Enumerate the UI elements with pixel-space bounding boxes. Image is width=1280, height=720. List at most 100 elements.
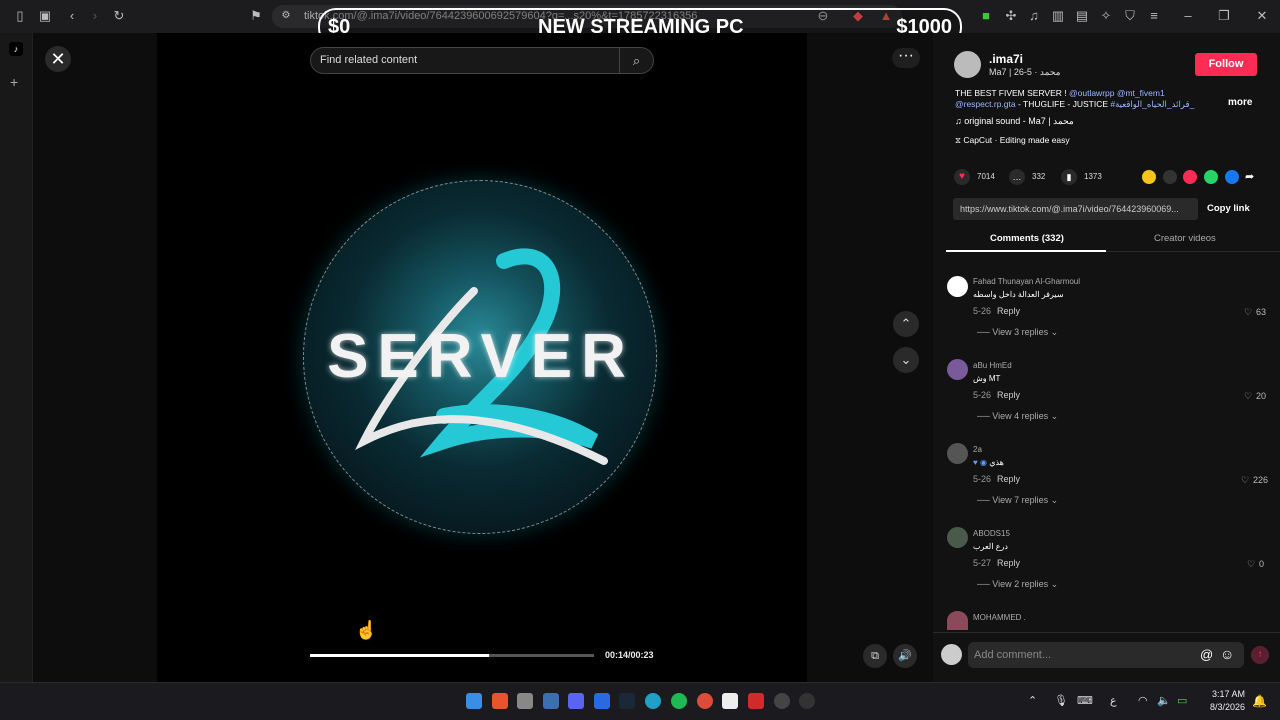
video-progress-bar[interactable] — [310, 654, 594, 657]
start-icon[interactable] — [466, 693, 482, 709]
tab-creator-videos[interactable]: Creator videos — [1154, 233, 1216, 244]
view-replies-button[interactable]: ── View 2 replies ⌄ — [977, 579, 1058, 590]
caption-hashtag[interactable]: #قرائد_الحياه_الواقعية_... — [1110, 99, 1195, 109]
brave-browser-icon[interactable] — [492, 693, 508, 709]
keyboard-icon[interactable]: ⌨ — [1077, 694, 1093, 707]
tab-groups-icon[interactable]: ▣ — [37, 8, 53, 24]
discord-icon[interactable] — [568, 693, 584, 709]
view-replies-button[interactable]: ── View 4 replies ⌄ — [977, 411, 1058, 422]
menu-icon[interactable]: ≡ — [1146, 8, 1162, 24]
close-window-icon[interactable]: ✕ — [1254, 8, 1270, 24]
follow-button[interactable]: Follow — [1195, 53, 1257, 76]
clock-time[interactable]: 3:17 AM — [1209, 689, 1245, 699]
wifi-icon[interactable]: ◠ — [1138, 694, 1148, 707]
extension-green-icon[interactable]: ■ — [978, 8, 994, 24]
comment-reply-button[interactable]: Reply — [997, 474, 1020, 484]
extensions-icon[interactable]: ✣ — [1003, 8, 1019, 24]
file-icon[interactable] — [722, 693, 738, 709]
sidebar-icon[interactable]: ▥ — [1050, 8, 1066, 24]
chrome-icon[interactable] — [697, 693, 713, 709]
settings-icon[interactable] — [774, 693, 790, 709]
bookmark-icon[interactable]: ▮ — [1061, 169, 1077, 185]
tab-comments[interactable]: Comments (332) — [990, 233, 1064, 244]
comment-author[interactable]: MOHAMMED . — [973, 613, 1026, 622]
sound-row[interactable]: ♫ original sound - Ma7 | محمد — [955, 116, 1074, 127]
spotify-icon[interactable] — [671, 693, 687, 709]
tiktok-tab-icon[interactable]: ♪ — [9, 42, 23, 56]
related-search-input[interactable]: Find related content ⌕ — [310, 47, 654, 74]
speaker-icon[interactable]: 🔈 — [1157, 694, 1171, 707]
reload-icon[interactable]: ↻ — [111, 8, 127, 24]
restore-icon[interactable]: ❐ — [1216, 8, 1232, 24]
forward-icon[interactable]: › — [87, 8, 103, 24]
edge-icon[interactable] — [645, 693, 661, 709]
comment-author[interactable]: aBu HmEd — [973, 361, 1012, 370]
next-video-button[interactable]: ⌄ — [893, 347, 919, 373]
steam-icon[interactable] — [619, 693, 635, 709]
caption-more-button[interactable]: more — [1228, 97, 1252, 108]
share-link-field[interactable]: https://www.tiktok.com/@.ima7i/video/764… — [953, 198, 1198, 220]
mention-icon[interactable]: @ — [1200, 647, 1213, 662]
comment-avatar[interactable] — [947, 611, 968, 630]
notification-bell-icon[interactable]: 🔔 — [1252, 694, 1267, 708]
music-icon[interactable]: ♫ — [1026, 8, 1042, 24]
comment-author[interactable]: 2a — [973, 445, 982, 454]
close-video-button[interactable]: ✕ — [45, 46, 71, 72]
emoji-icon[interactable]: ☺ — [1220, 646, 1234, 662]
floating-player-icon[interactable]: ⧉ — [863, 644, 887, 668]
view-replies-button[interactable]: ── View 7 replies ⌄ — [977, 495, 1058, 506]
tray-overflow-icon[interactable]: ⌃ — [1028, 694, 1037, 707]
facebook-icon[interactable] — [1225, 170, 1239, 184]
back-icon[interactable]: ‹ — [64, 8, 80, 24]
wallet-icon[interactable]: ▤ — [1074, 8, 1090, 24]
comment-reply-button[interactable]: Reply — [997, 558, 1020, 568]
photos-icon[interactable] — [517, 693, 533, 709]
comment-like-icon[interactable]: ♡ — [1244, 391, 1252, 402]
comment-reply-button[interactable]: Reply — [997, 390, 1020, 400]
comment-icon[interactable]: … — [1009, 169, 1025, 185]
comment-avatar[interactable] — [947, 527, 968, 548]
clock-date[interactable]: 8/3/2026 — [1203, 702, 1245, 712]
search-icon[interactable]: ⌕ — [619, 48, 653, 73]
comment-like-icon[interactable]: ♡ — [1241, 475, 1249, 486]
capcut-row[interactable]: ⧖ CapCut · Editing made easy — [955, 135, 1070, 146]
volume-icon[interactable]: 🔊 — [893, 644, 917, 668]
post-comment-icon[interactable]: ↑ — [1251, 646, 1269, 664]
security-app-icon[interactable] — [543, 693, 559, 709]
battery-icon[interactable]: ▭ — [1177, 694, 1187, 707]
bookmark-icon[interactable]: ⚑ — [248, 8, 264, 24]
comment-like-icon[interactable]: ♡ — [1247, 559, 1255, 570]
comment-author[interactable]: Fahad Thunayan Al-Gharmoul — [973, 277, 1080, 286]
embed-icon[interactable] — [1163, 170, 1177, 184]
sidebar-toggle-icon[interactable]: ▯ — [12, 8, 28, 24]
comment-avatar[interactable] — [947, 276, 968, 297]
minimize-icon[interactable]: – — [1180, 8, 1196, 24]
copy-link-button[interactable]: Copy link — [1207, 203, 1250, 214]
mic-icon[interactable]: 🎙 — [1054, 694, 1068, 707]
view-replies-button[interactable]: ── View 3 replies ⌄ — [977, 327, 1058, 338]
input-language[interactable]: ع — [1110, 694, 1117, 707]
more-options-button[interactable]: ··· — [892, 48, 920, 68]
caption-mention[interactable]: @respect.rp.gta — [955, 99, 1016, 109]
comment-reply-button[interactable]: Reply — [997, 306, 1020, 316]
share-send-icon[interactable] — [1183, 170, 1197, 184]
comment-like-icon[interactable]: ♡ — [1244, 307, 1252, 318]
author-name[interactable]: .ima7i — [989, 52, 1023, 66]
comment-avatar[interactable] — [947, 359, 968, 380]
previous-video-button[interactable]: ⌃ — [893, 311, 919, 337]
caption-mentions[interactable]: @outlawrpp @mt_fivem1 — [1069, 88, 1165, 98]
comment-author[interactable]: ABODS15 — [973, 529, 1010, 538]
vpn-icon[interactable]: ⛉ — [1122, 8, 1138, 24]
launcher-icon[interactable] — [748, 693, 764, 709]
site-info-icon[interactable]: ⚙ — [278, 8, 294, 24]
share-coin-icon[interactable] — [1142, 170, 1156, 184]
add-panel-icon[interactable]: + — [10, 74, 18, 90]
whatsapp-icon[interactable] — [1204, 170, 1218, 184]
share-more-icon[interactable]: ➦ — [1245, 170, 1254, 183]
leo-ai-icon[interactable]: ✧ — [1098, 8, 1114, 24]
comment-avatar[interactable] — [947, 443, 968, 464]
obs-icon[interactable] — [799, 693, 815, 709]
app-store-icon[interactable] — [594, 693, 610, 709]
like-icon[interactable]: ♥ — [954, 169, 970, 185]
author-avatar[interactable] — [954, 51, 981, 78]
